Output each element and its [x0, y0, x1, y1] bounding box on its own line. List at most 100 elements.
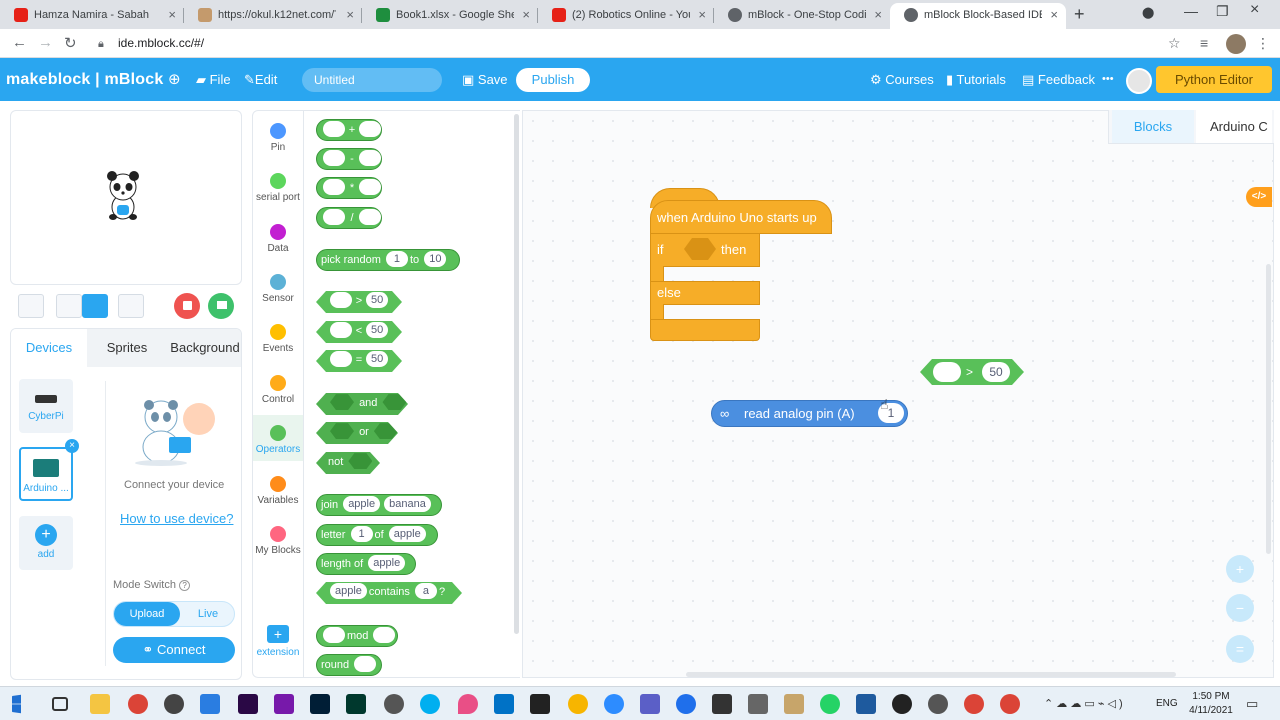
tray-icons[interactable]: ⌃ ☁ ☁ ▭ ⌁ ◁ )	[1044, 697, 1123, 710]
category-serial-port[interactable]: serial port	[253, 173, 303, 203]
category-sensor[interactable]: Sensor	[253, 274, 303, 304]
code-toggle-icon[interactable]: </>	[1246, 187, 1272, 207]
live-mode-button[interactable]: Live	[180, 602, 236, 626]
stage-canvas[interactable]	[10, 110, 242, 285]
workspace-horizontal-scrollbar[interactable]	[686, 672, 1176, 677]
join-block[interactable]: join apple banana	[316, 494, 442, 516]
whatsapp-icon[interactable]	[820, 694, 840, 714]
tutorials-link[interactable]: ▮ Tutorials	[946, 72, 1006, 88]
app-icon[interactable]	[748, 694, 768, 714]
chrome-icon[interactable]	[1000, 694, 1020, 714]
category-events[interactable]: Events	[253, 324, 303, 354]
green-flag-button[interactable]	[208, 293, 234, 319]
new-tab-button[interactable]: +	[1074, 4, 1085, 25]
category-variables[interactable]: Variables	[253, 476, 303, 506]
close-icon[interactable]: ×	[1050, 3, 1058, 27]
windows-start-icon[interactable]	[12, 694, 21, 714]
bookmark-star-icon[interactable]: ☆	[1168, 35, 1181, 52]
grid-view-button[interactable]	[118, 294, 144, 318]
app-icon[interactable]	[784, 694, 804, 714]
extension-button[interactable]: + extension	[253, 625, 303, 658]
upload-mode-button[interactable]: Upload	[114, 602, 180, 626]
close-icon[interactable]: ×	[522, 3, 530, 27]
browser-tab[interactable]: Hamza Namira - Sabah El Kh ×	[0, 3, 184, 29]
browser-tab[interactable]: https://okul.k12net.com/TP/ ×	[184, 3, 362, 29]
python-editor-button[interactable]: Python Editor	[1156, 66, 1272, 93]
compare-left-slot[interactable]	[933, 362, 961, 382]
task-view-icon[interactable]	[52, 697, 68, 711]
back-icon[interactable]: ←	[12, 34, 27, 51]
app-icon[interactable]	[530, 694, 550, 714]
maximize-button[interactable]: ❐	[1216, 3, 1229, 20]
connect-button[interactable]: ⚭ Connect	[113, 637, 235, 663]
chrome-icon[interactable]	[964, 694, 984, 714]
else-section[interactable]: else	[650, 281, 760, 305]
compare-right-slot[interactable]: 50	[982, 362, 1010, 382]
category-pin[interactable]: Pin	[253, 123, 303, 153]
less-than-block[interactable]: <50	[316, 321, 402, 343]
mblock-taskbar-icon[interactable]	[892, 694, 912, 714]
audition-icon[interactable]	[346, 694, 366, 714]
palette-scrollbar[interactable]	[514, 114, 519, 634]
category-control[interactable]: Control	[253, 375, 303, 405]
category-data[interactable]: Data	[253, 224, 303, 254]
file-explorer-icon[interactable]	[90, 694, 110, 714]
panda-sprite[interactable]	[105, 171, 141, 223]
media-icon[interactable]	[384, 694, 404, 714]
close-icon[interactable]: ×	[874, 3, 882, 27]
url-field[interactable]: 🔒︎ ide.mblock.cc/#/	[90, 32, 1190, 55]
browser-tab-active[interactable]: mBlock Block-Based IDE- Co ×	[890, 3, 1066, 29]
premiere-icon[interactable]	[238, 694, 258, 714]
menu-icon[interactable]: ⋮	[1256, 35, 1270, 52]
reload-icon[interactable]: ↻	[64, 34, 77, 52]
media-player-icon[interactable]	[200, 694, 220, 714]
not-block[interactable]: not	[316, 452, 380, 474]
settings-icon[interactable]	[928, 694, 948, 714]
delete-device-button[interactable]: ×	[65, 439, 79, 453]
category-operators[interactable]: Operators	[253, 415, 303, 461]
or-block[interactable]: or	[316, 422, 398, 444]
app-icon[interactable]	[164, 694, 184, 714]
close-icon[interactable]: ×	[698, 3, 706, 27]
photoshop-icon[interactable]	[310, 694, 330, 714]
language-indicator[interactable]: ENG	[1156, 698, 1178, 709]
tab-arduino-code[interactable]: Arduino C	[1196, 110, 1272, 143]
chrome-icon[interactable]	[128, 694, 148, 714]
length-of-block[interactable]: length of apple	[316, 553, 416, 575]
divide-block[interactable]: /	[316, 207, 382, 229]
multiply-block[interactable]: *	[316, 177, 382, 199]
save-button[interactable]: ▣ Save	[462, 72, 508, 88]
reading-list-icon[interactable]: ≡	[1200, 35, 1208, 51]
category-my-blocks[interactable]: My Blocks	[253, 526, 303, 556]
tab-sprites[interactable]: Sprites	[89, 329, 165, 367]
app-icon[interactable]	[856, 694, 876, 714]
publish-button[interactable]: Publish	[516, 68, 590, 92]
zoom-in-button[interactable]: +	[1226, 555, 1254, 583]
fullscreen-button[interactable]	[18, 294, 44, 318]
user-avatar[interactable]	[1126, 68, 1152, 94]
skype-icon[interactable]	[420, 694, 440, 714]
normal-stage-button[interactable]	[82, 294, 108, 318]
round-block[interactable]: round	[316, 654, 382, 676]
teamviewer-icon[interactable]	[676, 694, 696, 714]
onenote-icon[interactable]	[274, 694, 294, 714]
window-close-button[interactable]: ×	[1250, 1, 1259, 19]
contains-block[interactable]: apple contains a?	[316, 582, 462, 604]
greater-than-block[interactable]: >50	[316, 291, 402, 313]
add-device-button[interactable]: + add	[19, 516, 73, 570]
equals-block[interactable]: = 50	[316, 350, 402, 372]
tab-background[interactable]: Background	[167, 329, 241, 367]
zoom-icon[interactable]	[604, 694, 624, 714]
when-arduino-starts-block[interactable]: when Arduino Uno starts up	[650, 200, 832, 234]
zoom-out-button[interactable]: −	[1226, 594, 1254, 622]
courses-link[interactable]: ⚙ Courses	[870, 72, 934, 88]
minimize-button[interactable]: —	[1184, 3, 1198, 19]
help-icon[interactable]: ?	[179, 580, 191, 591]
close-icon[interactable]: ×	[346, 3, 354, 27]
tab-devices[interactable]: Devices	[11, 329, 87, 367]
workspace-vertical-scrollbar[interactable]	[1266, 264, 1271, 554]
small-stage-button[interactable]	[56, 294, 82, 318]
profile-avatar[interactable]	[1226, 34, 1246, 54]
teams-icon[interactable]	[640, 694, 660, 714]
browser-tab[interactable]: (2) Robotics Online - YouTube ×	[538, 3, 714, 29]
